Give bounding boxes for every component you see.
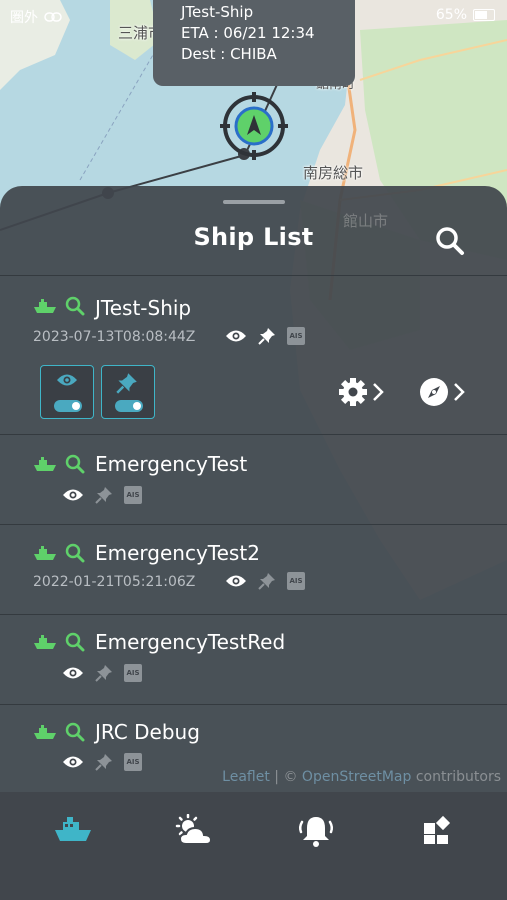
ais-badge: AIS [124,486,142,504]
panel-title: Ship List [193,223,314,251]
drag-handle[interactable] [223,200,285,204]
battery-percent: 65% [435,7,467,23]
pin-toggle[interactable] [101,365,155,419]
popup-ship-name: JTest-Ship [181,3,254,21]
pin-switch[interactable] [115,400,143,412]
ship-name: EmergencyTestRed [95,630,286,654]
leaflet-link[interactable]: Leaflet [222,769,270,785]
status-right: 65% [436,7,495,23]
attribution-separator: | © [269,769,302,785]
visibility-switch[interactable] [54,400,82,412]
apps-icon [424,815,451,844]
pin-icon [95,754,112,771]
chevron-right-icon [454,383,465,401]
ship-timestamp: 2023-07-13T08:08:44Z [33,329,196,345]
pin-icon [258,328,275,345]
attribution-contributors: contributors [411,769,501,785]
visible-eye-icon [63,756,83,768]
compass-icon [420,378,448,406]
map-attribution: Leaflet | © OpenStreetMap contributors [222,769,501,785]
ship-icon [55,817,91,841]
ais-badge: AIS [124,664,142,682]
chevron-right-icon [373,383,384,401]
nav-ship-list[interactable] [51,814,95,854]
map-label-minamiboso: 南房総市 [303,164,364,182]
ship-marker[interactable] [220,92,288,160]
bottom-nav [0,792,507,900]
row-icons [33,722,85,742]
search-button[interactable] [434,225,466,257]
ship-row[interactable]: JTest-Ship 2023-07-13T08:08:44Z AIS [0,276,507,434]
ship-icon [34,457,56,471]
alarm-bell-icon [298,817,334,847]
ship-settings-button[interactable] [337,376,385,408]
locate-search-icon[interactable] [65,454,85,474]
ship-icon [34,635,56,649]
ship-row[interactable]: EmergencyTest2 2022-01-21T05:21:06Z AIS [0,525,507,614]
nav-alarms[interactable] [294,814,338,854]
ais-badge: AIS [287,327,305,345]
visible-eye-icon [226,330,246,342]
pin-icon [116,373,137,394]
weather-icon [175,814,213,845]
ship-navigate-button[interactable] [418,376,466,408]
pin-icon [95,665,112,682]
ship-status-icons: AIS [62,753,142,771]
ship-status-icons: AIS [62,486,142,504]
popup-dest: Dest : CHIBA [181,45,277,63]
ship-name: EmergencyTest2 [95,541,260,565]
visible-eye-icon [63,489,83,501]
row-icons [33,296,85,316]
ship-status-icons: AIS [62,664,142,682]
eye-icon [57,374,77,386]
search-icon [436,227,464,255]
ship-marker-icon [220,92,288,160]
locate-search-icon[interactable] [65,543,85,563]
pin-icon [258,573,275,590]
ship-name: JRC Debug [95,720,200,744]
ship-timestamp: 2022-01-21T05:21:06Z [33,574,196,590]
locate-search-icon[interactable] [65,722,85,742]
nav-apps[interactable] [415,814,459,854]
ship-list-panel: 館山市 Ship List JTest-Ship 2023-07-13T08:0… [0,186,507,792]
popup-eta: ETA : 06/21 12:34 [181,24,315,42]
ship-name: EmergencyTest [95,452,248,476]
locate-search-icon[interactable] [65,296,85,316]
row-icons [33,632,85,652]
nav-weather[interactable] [172,814,216,854]
pin-icon [95,487,112,504]
ais-badge: AIS [124,753,142,771]
row-icons [33,454,85,474]
ship-status-icons: AIS [225,327,305,345]
ship-icon [34,546,56,560]
osm-link[interactable]: OpenStreetMap [302,769,411,785]
ship-row[interactable]: EmergencyTestRed AIS [0,615,507,704]
ship-icon [34,299,56,313]
ship-info-popup[interactable]: JTest-Ship ETA : 06/21 12:34 Dest : CHIB… [153,0,355,86]
gear-icon [339,378,367,406]
battery-icon [473,9,495,21]
visible-eye-icon [226,575,246,587]
ship-icon [34,725,56,739]
ais-badge: AIS [287,572,305,590]
visibility-toggle[interactable] [40,365,94,419]
ship-status-icons: AIS [225,572,305,590]
ship-name: JTest-Ship [95,296,192,320]
row-icons [33,543,85,563]
locate-search-icon[interactable] [65,632,85,652]
visible-eye-icon [63,667,83,679]
ship-row[interactable]: EmergencyTest AIS [0,435,507,524]
